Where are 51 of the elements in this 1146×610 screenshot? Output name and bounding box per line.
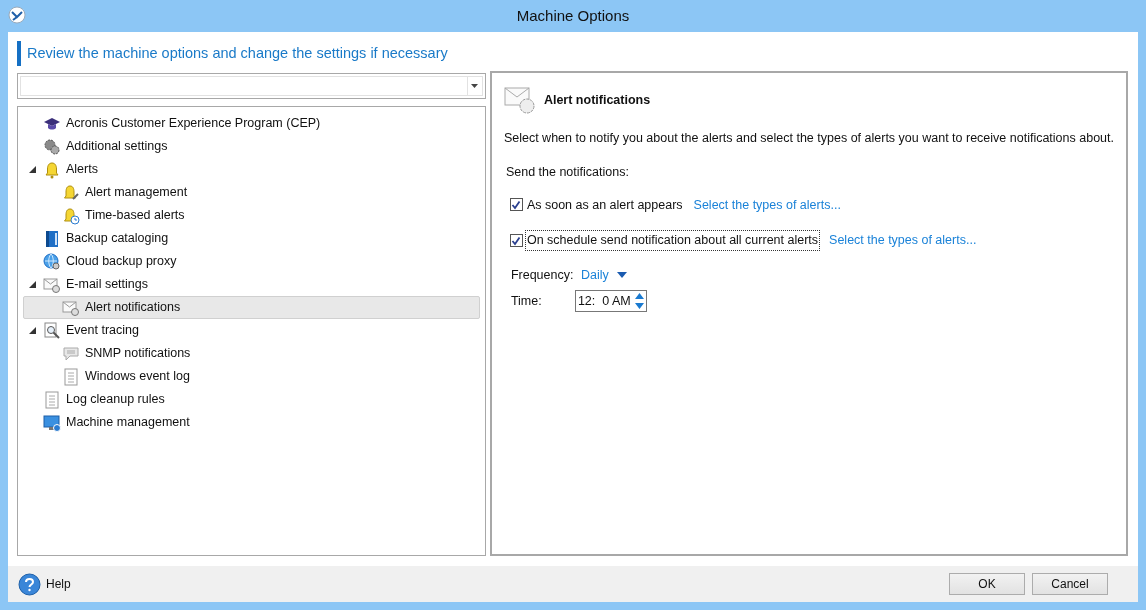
bell-clock-icon: [62, 206, 80, 225]
globe-gear-icon: [43, 252, 61, 271]
magnifier-page-icon: [43, 321, 61, 340]
expanded-triangle-icon[interactable]: [28, 281, 36, 288]
tree-item[interactable]: Log cleanup rules: [23, 388, 480, 411]
page-heading: Review the machine options and change the settings if necessary: [27, 43, 448, 63]
option-label[interactable]: As soon as an alert appears: [524, 194, 685, 216]
expanded-triangle-icon[interactable]: [28, 327, 36, 334]
tree-item[interactable]: Windows event log: [23, 365, 480, 388]
tree-item[interactable]: Alerts: [23, 158, 480, 181]
checkbox[interactable]: [509, 234, 523, 248]
help-link[interactable]: Help: [46, 575, 71, 593]
time-label: Time:: [510, 292, 543, 310]
monitor-icon: [43, 413, 61, 432]
bell-wrench-icon: [62, 183, 80, 202]
caret-icon: [616, 272, 627, 278]
tree-item[interactable]: E-mail settings: [23, 273, 480, 296]
window-title: Machine Options: [516, 5, 630, 26]
tree-item[interactable]: Additional settings: [23, 135, 480, 158]
gears-icon: [43, 137, 61, 156]
expanded-triangle-icon[interactable]: [28, 166, 36, 173]
document-list-icon: [62, 367, 80, 386]
frequency-label: Frequency:: [510, 266, 575, 284]
time-field[interactable]: 12: 0 AM: [574, 290, 647, 312]
send-label: Send the notifications:: [505, 163, 629, 181]
dialog-button[interactable]: Cancel: [1032, 573, 1108, 595]
app-logo-icon: [8, 6, 26, 24]
document-list-icon: [43, 390, 61, 409]
help-icon[interactable]: [18, 572, 41, 596]
tree-item[interactable]: Event tracing: [23, 319, 480, 342]
tree-item[interactable]: SNMP notifications: [23, 342, 480, 365]
panel-description: Select when to notify you about the alerts and select the types of alerts you want to receive notifications about.: [503, 130, 1114, 147]
dialog-button[interactable]: OK: [949, 573, 1025, 595]
tree-item[interactable]: Alert management: [23, 181, 480, 204]
alert-types-link[interactable]: Select the types of alerts...: [693, 195, 841, 215]
book-icon: [43, 229, 61, 248]
tree-item[interactable]: Alert notifications: [23, 296, 480, 319]
option-label[interactable]: On schedule send notification about all current alerts: [524, 230, 821, 251]
tree-item[interactable]: Time-based alerts: [23, 204, 480, 227]
alert-types-link[interactable]: Select the types of alerts...: [829, 231, 977, 250]
tree-item[interactable]: Acronis Customer Experience Program (CEP): [23, 112, 480, 135]
tree-item[interactable]: Backup cataloging: [23, 227, 480, 250]
speech-bubble-icon: [62, 344, 80, 363]
frequency-dropdown[interactable]: Daily: [580, 265, 627, 285]
tree-item[interactable]: Cloud backup proxy: [23, 250, 480, 273]
checkbox[interactable]: [509, 198, 523, 212]
dropdown-arrow-icon[interactable]: [471, 84, 479, 88]
bell-icon: [43, 160, 61, 179]
spin-arrows-icon[interactable]: [633, 292, 645, 310]
panel-title: Alert notifications: [543, 91, 651, 109]
tree-item[interactable]: Machine management: [23, 411, 480, 434]
